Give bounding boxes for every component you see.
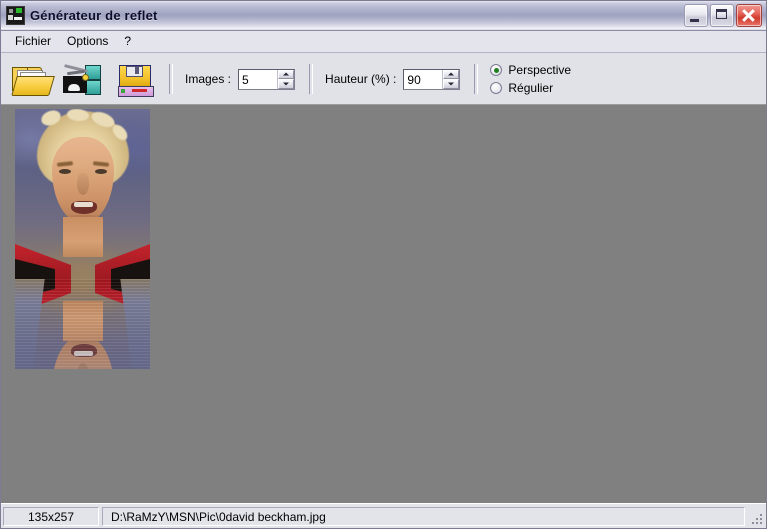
maximize-icon	[716, 9, 727, 19]
open-folder-icon	[11, 67, 55, 96]
toolbar-separator-1	[169, 64, 173, 94]
height-percent-arrows	[442, 69, 460, 89]
height-percent-increment[interactable]	[443, 69, 460, 79]
images-count-spinner[interactable]: 5	[238, 68, 296, 90]
height-percent-field: Hauteur (%) : 90	[325, 68, 461, 90]
screen-capture-icon	[63, 64, 103, 95]
preview-canvas[interactable]	[1, 105, 766, 503]
menu-bar: Fichier Options ?	[1, 31, 766, 53]
floppy-save-icon	[118, 65, 154, 97]
close-button[interactable]	[736, 4, 762, 27]
menu-options[interactable]: Options	[60, 32, 117, 51]
title-bar[interactable]: Générateur de reflet	[1, 1, 766, 31]
height-percent-spinner[interactable]: 90	[403, 68, 461, 90]
radio-regulier[interactable]: Régulier	[490, 81, 571, 95]
height-percent-decrement[interactable]	[443, 79, 460, 89]
window-title: Générateur de reflet	[30, 8, 158, 23]
images-count-input[interactable]: 5	[239, 69, 278, 89]
toolbar: Images : 5 Hauteur (%) : 90 Perspective …	[1, 53, 766, 106]
reflection-preview	[15, 279, 150, 369]
reflection-generator-icon	[6, 6, 25, 25]
radio-perspective-label: Perspective	[508, 63, 572, 77]
minimize-icon	[690, 19, 699, 22]
menu-fichier[interactable]: Fichier	[8, 32, 60, 51]
resize-grip-icon[interactable]	[748, 507, 764, 526]
status-bar: 135x257 D:\RaMzY\MSN\Pic\0david beckham.…	[1, 503, 766, 528]
radio-regulier-indicator	[490, 82, 503, 94]
toolbar-separator-3	[474, 64, 479, 94]
image-preview[interactable]	[15, 109, 150, 369]
images-count-field: Images : 5	[185, 68, 296, 90]
radio-regulier-label: Régulier	[508, 81, 554, 95]
mode-radio-group: Perspective Régulier	[490, 63, 571, 95]
radio-perspective-indicator	[490, 64, 503, 76]
images-count-decrement[interactable]	[278, 79, 295, 89]
open-file-button[interactable]	[9, 59, 55, 99]
window-controls	[684, 4, 762, 27]
status-dimensions: 135x257	[3, 507, 99, 526]
save-file-button[interactable]	[113, 59, 157, 99]
minimize-button[interactable]	[684, 4, 708, 27]
toolbar-separator-2	[309, 64, 314, 94]
images-count-arrows	[277, 69, 295, 89]
capture-button[interactable]	[61, 59, 105, 99]
radio-perspective[interactable]: Perspective	[490, 63, 571, 77]
maximize-button[interactable]	[710, 4, 734, 27]
application-window: Générateur de reflet Fichier Options ? I…	[0, 0, 767, 529]
height-percent-input[interactable]: 90	[404, 69, 443, 89]
status-filepath: D:\RaMzY\MSN\Pic\0david beckham.jpg	[102, 507, 745, 526]
images-count-increment[interactable]	[278, 69, 295, 79]
source-photo	[15, 109, 150, 279]
height-percent-label: Hauteur (%) :	[325, 72, 397, 86]
menu-help[interactable]: ?	[117, 32, 140, 51]
images-count-label: Images :	[185, 72, 232, 86]
